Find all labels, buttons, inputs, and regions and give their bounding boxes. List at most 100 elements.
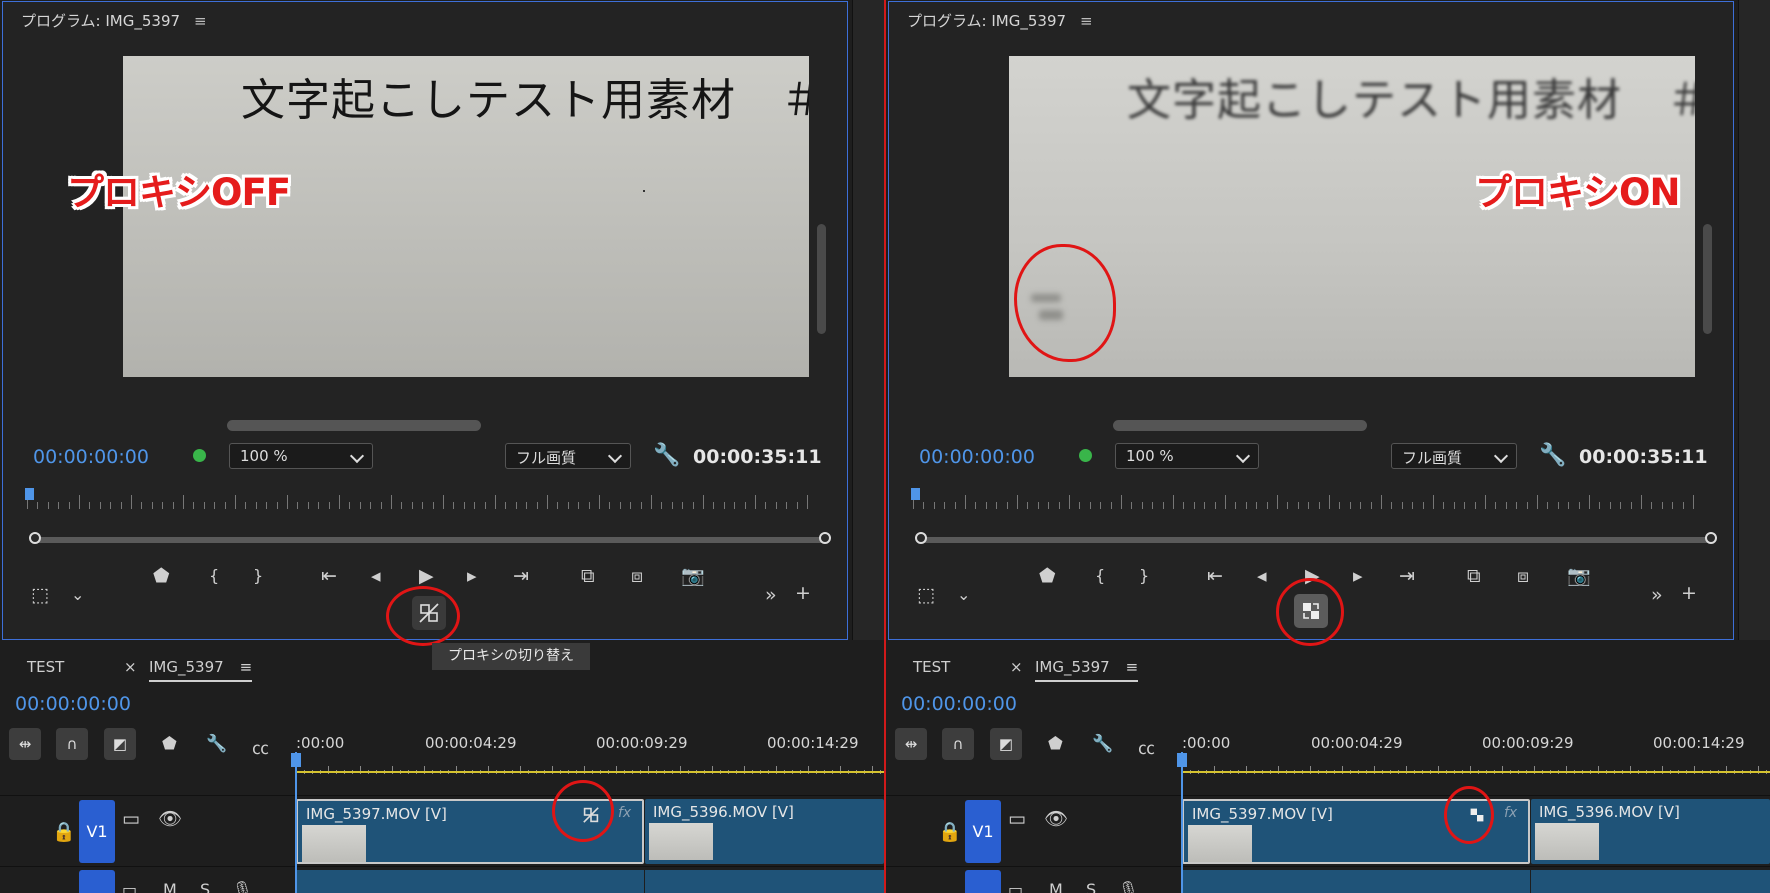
mute-button[interactable]: M — [1049, 879, 1063, 893]
audio-clip[interactable] — [296, 870, 644, 893]
playhead-marker[interactable] — [25, 488, 34, 500]
monitor-title[interactable]: プログラム: IMG_5397 — [21, 12, 180, 30]
monitor-title[interactable]: プログラム: IMG_5397 — [907, 12, 1066, 30]
scroll-handle-right[interactable] — [819, 532, 831, 544]
lift-icon[interactable]: ⧉ — [1467, 565, 1481, 587]
panel-menu-icon[interactable]: ≡ — [1080, 12, 1093, 30]
insert-nest-tool[interactable]: ⇹ — [895, 728, 927, 760]
snap-magnet-icon[interactable]: ∩ — [56, 728, 88, 760]
extract-icon[interactable]: ⧈ — [631, 565, 643, 587]
track-a1-target[interactable] — [79, 870, 115, 893]
scroll-handle-right[interactable] — [1705, 532, 1717, 544]
step-back-icon[interactable]: ◂ — [1257, 565, 1267, 587]
panel-menu-icon[interactable]: ≡ — [194, 12, 207, 30]
scroll-handle-left[interactable] — [915, 532, 927, 544]
clip-img-5396[interactable]: IMG_5396.MOV [V] — [645, 799, 884, 864]
fx-badge[interactable]: fx — [618, 805, 631, 821]
playhead-marker[interactable] — [911, 488, 920, 500]
track-a1-target[interactable] — [965, 870, 1001, 893]
safe-margins-icon[interactable]: ⬚ — [31, 584, 49, 606]
tab-img-5397[interactable]: IMG_5397 ≡ — [1035, 658, 1139, 682]
tab-close-icon[interactable]: × — [1010, 658, 1023, 676]
go-to-out-icon[interactable]: ⇥ — [513, 565, 529, 587]
wrench-icon[interactable]: 🔧 — [1092, 734, 1113, 754]
mark-in-icon[interactable]: { — [209, 565, 219, 587]
audio-clip[interactable] — [1182, 870, 1530, 893]
zoom-select[interactable]: 100 % — [229, 443, 373, 469]
extract-icon[interactable]: ⧈ — [1517, 565, 1529, 587]
wrench-icon[interactable]: 🔧 — [1539, 443, 1566, 468]
insert-nest-tool[interactable]: ⇹ — [9, 728, 41, 760]
current-timecode[interactable]: 00:00:00:00 — [33, 446, 149, 468]
linked-selection-icon[interactable]: ◩ — [990, 728, 1022, 760]
timeline-playhead-handle[interactable] — [1177, 753, 1187, 767]
timeline-playhead-handle[interactable] — [291, 753, 301, 767]
captions-icon[interactable]: ㏄ — [252, 734, 269, 759]
tab-test[interactable]: TEST — [27, 658, 64, 676]
add-marker-icon[interactable]: ⬟ — [1039, 565, 1056, 587]
solo-button[interactable]: S — [1086, 879, 1096, 893]
timeline-playhead[interactable] — [1181, 752, 1183, 893]
mic-icon[interactable]: 🎙 — [1118, 879, 1138, 893]
export-frame-icon[interactable]: 📷 — [1567, 565, 1591, 587]
monitor-ruler[interactable] — [27, 487, 827, 509]
step-forward-icon[interactable]: ▸ — [467, 565, 477, 587]
lift-icon[interactable]: ⧉ — [581, 565, 595, 587]
add-marker-icon[interactable]: ⬟ — [1048, 734, 1063, 754]
tab-test[interactable]: TEST — [913, 658, 950, 676]
tab-close-icon[interactable]: × — [124, 658, 137, 676]
zoom-scroll-bar[interactable] — [29, 532, 831, 544]
more-controls-icon[interactable]: » — [765, 584, 777, 606]
chevron-down-icon[interactable]: ⌄ — [71, 584, 84, 606]
monitor-ruler[interactable] — [913, 487, 1713, 509]
zoom-select[interactable]: 100 % — [1115, 443, 1259, 469]
solo-button[interactable]: S — [200, 879, 210, 893]
vertical-scrollbar[interactable] — [1703, 224, 1712, 334]
step-forward-icon[interactable]: ▸ — [1353, 565, 1363, 587]
mic-icon[interactable]: 🎙 — [232, 879, 252, 893]
go-to-in-icon[interactable]: ⇤ — [321, 565, 337, 587]
snap-magnet-icon[interactable]: ∩ — [942, 728, 974, 760]
step-back-icon[interactable]: ◂ — [371, 565, 381, 587]
timeline-timecode[interactable]: 00:00:00:00 — [901, 693, 1017, 715]
export-frame-icon[interactable]: 📷 — [681, 565, 705, 587]
panel-menu-icon[interactable]: ≡ — [1126, 658, 1139, 676]
add-marker-icon[interactable]: ⬟ — [162, 734, 177, 754]
eye-icon[interactable]: 👁 — [158, 808, 182, 830]
eye-icon[interactable]: 👁 — [1044, 808, 1068, 830]
safe-margins-icon[interactable]: ⬚ — [917, 584, 935, 606]
fx-badge[interactable]: fx — [1504, 805, 1517, 821]
sync-lock-icon[interactable]: ▭ — [1008, 808, 1026, 830]
chevron-down-icon[interactable]: ⌄ — [957, 584, 970, 606]
work-area-bar[interactable] — [1182, 771, 1770, 773]
sync-lock-icon[interactable]: ▭ — [1008, 879, 1023, 893]
lock-icon[interactable]: 🔒 — [52, 821, 76, 843]
mute-button[interactable]: M — [163, 879, 177, 893]
sync-lock-icon[interactable]: ▭ — [122, 808, 140, 830]
sync-lock-icon[interactable]: ▭ — [122, 879, 137, 893]
timeline-playhead[interactable] — [295, 752, 297, 893]
captions-icon[interactable]: ㏄ — [1138, 734, 1155, 759]
go-to-in-icon[interactable]: ⇤ — [1207, 565, 1223, 587]
go-to-out-icon[interactable]: ⇥ — [1399, 565, 1415, 587]
mark-out-icon[interactable]: } — [1139, 565, 1149, 587]
tab-img-5397[interactable]: IMG_5397 ≡ — [149, 658, 253, 682]
zoom-scroll-bar[interactable] — [915, 532, 1717, 544]
track-v1-target[interactable]: V1 — [79, 800, 115, 863]
current-timecode[interactable]: 00:00:00:00 — [919, 446, 1035, 468]
play-icon[interactable]: ▶ — [419, 565, 434, 587]
lock-icon[interactable]: 🔒 — [938, 821, 962, 843]
linked-selection-icon[interactable]: ◩ — [104, 728, 136, 760]
work-area-bar[interactable] — [296, 771, 884, 773]
audio-clip[interactable] — [645, 870, 884, 893]
mark-in-icon[interactable]: { — [1095, 565, 1105, 587]
more-controls-icon[interactable]: » — [1651, 584, 1663, 606]
add-button-icon[interactable]: + — [1681, 582, 1697, 604]
vertical-scrollbar[interactable] — [817, 224, 826, 334]
mark-out-icon[interactable]: } — [253, 565, 263, 587]
add-button-icon[interactable]: + — [795, 582, 811, 604]
audio-clip[interactable] — [1531, 870, 1770, 893]
track-v1-target[interactable]: V1 — [965, 800, 1001, 863]
wrench-icon[interactable]: 🔧 — [206, 734, 227, 754]
horizontal-scrollbar[interactable] — [1113, 420, 1367, 431]
